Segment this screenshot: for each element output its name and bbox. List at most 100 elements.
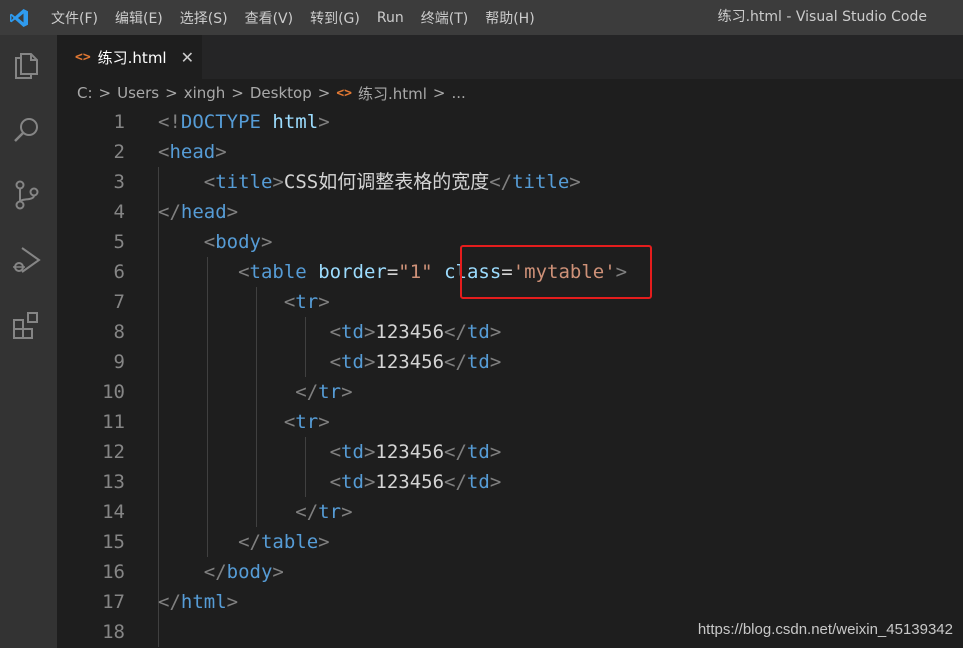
highlight-box (460, 245, 652, 299)
code-token: tr (318, 501, 342, 523)
menu-run[interactable]: Run (377, 10, 404, 26)
code-token: > (226, 201, 239, 223)
code-token: < (329, 321, 342, 343)
code-token: td (466, 351, 490, 373)
line-number: 14 (102, 501, 125, 523)
code-text: <title>CSS如何调整表格的宽度</title> (158, 167, 581, 197)
code-token: 123456 (375, 471, 445, 493)
code-token: </ (158, 591, 181, 613)
html-file-icon: <> (336, 85, 352, 101)
code-token: = (386, 261, 399, 283)
code-token: table (260, 531, 319, 553)
line-number: 3 (113, 171, 125, 193)
code-token: tr (295, 291, 319, 313)
code-token: td (341, 471, 364, 493)
breadcrumb: C: > Users > xingh > Desktop > <> 练习.htm… (57, 79, 963, 107)
code-token: td (466, 441, 490, 463)
window-title: 练习.html - Visual Studio Code (717, 9, 927, 25)
code-token: < (283, 291, 296, 313)
line-number: 10 (102, 381, 125, 403)
chevron-right-icon: > (317, 84, 331, 102)
code-text: </html> (158, 587, 238, 617)
line-number: 17 (102, 591, 125, 613)
line-number: 9 (113, 351, 125, 373)
code-token: </ (295, 501, 319, 523)
line-number: 11 (102, 411, 125, 433)
html-file-icon: <> (75, 49, 91, 65)
watermark: https://blog.csdn.net/weixin_45139342 (697, 621, 953, 638)
breadcrumb-item[interactable]: Users (117, 84, 159, 102)
code-token: td (466, 321, 490, 343)
code-token: </ (489, 171, 513, 193)
code-token: < (283, 411, 296, 433)
code-token: title (512, 171, 570, 193)
code-token: > (318, 411, 330, 433)
explorer-icon[interactable] (10, 48, 44, 82)
line-number: 4 (113, 201, 125, 223)
menu-help[interactable]: 帮助(H) (485, 8, 534, 28)
code-token: > (272, 561, 284, 583)
menu-view[interactable]: 查看(V) (245, 8, 294, 28)
code-text: <tr> (158, 287, 330, 317)
code-text: </head> (158, 197, 238, 227)
code-token: </ (444, 441, 467, 463)
tab-label: 练习.html (97, 48, 167, 67)
line-number: 12 (102, 441, 125, 463)
code-token: html (180, 591, 227, 613)
code-token: > (363, 321, 376, 343)
code-token: > (489, 351, 502, 373)
code-token: </ (444, 351, 467, 373)
code-text: <td>123456</td> (158, 467, 502, 497)
code-token: > (489, 321, 502, 343)
line-number: 16 (102, 561, 125, 583)
code-editor[interactable]: 1 <!DOCTYPE html> 2 <head> 3 <title>CSS如何调整表… (57, 107, 963, 648)
code-token: td (466, 471, 490, 493)
breadcrumb-item[interactable]: ... (452, 84, 466, 102)
code-token: table (249, 261, 307, 283)
source-control-icon[interactable] (10, 178, 44, 212)
code-token: 123456 (375, 351, 445, 373)
menu-terminal[interactable]: 终端(T) (421, 8, 468, 28)
extensions-icon[interactable] (10, 308, 44, 342)
line-number: 18 (102, 621, 125, 643)
code-token: < (329, 471, 342, 493)
menu-go[interactable]: 转到(G) (310, 8, 360, 28)
code-text: <!DOCTYPE html> (158, 107, 330, 137)
code-token: head (180, 201, 227, 223)
breadcrumb-item[interactable]: xingh (184, 84, 226, 102)
code-token: "1" (398, 261, 433, 283)
code-text: <td>123456</td> (158, 317, 502, 347)
tab-practice-html[interactable]: <> 练习.html ✕ (57, 35, 202, 79)
breadcrumb-item[interactable]: C: (77, 84, 93, 102)
menu-selection[interactable]: 选择(S) (180, 8, 228, 28)
run-debug-icon[interactable] (10, 243, 44, 277)
menu-edit[interactable]: 编辑(E) (115, 8, 163, 28)
menu-file[interactable]: 文件(F) (51, 8, 98, 28)
code-token: head (169, 141, 216, 163)
code-token: < (158, 141, 170, 163)
code-token: DOCTYPE (180, 111, 261, 133)
code-token: </ (203, 561, 227, 583)
chevron-right-icon: > (432, 84, 446, 102)
code-token: > (363, 471, 376, 493)
code-text: <td>123456</td> (158, 347, 502, 377)
breadcrumb-item[interactable]: 练习.html (358, 83, 427, 104)
tab-bar: <> 练习.html ✕ (57, 35, 963, 79)
code-token: < (238, 261, 250, 283)
code-token: td (341, 441, 364, 463)
code-text: <body> (158, 227, 273, 257)
code-token: body (226, 561, 273, 583)
breadcrumb-item[interactable]: Desktop (250, 84, 312, 102)
close-icon[interactable]: ✕ (181, 48, 194, 67)
code-text: <tr> (158, 407, 330, 437)
code-token: > (272, 171, 284, 193)
code-token: < (203, 171, 216, 193)
code-token: > (363, 441, 376, 463)
code-text: </tr> (158, 377, 352, 407)
code-token: td (341, 351, 364, 373)
chevron-right-icon: > (165, 84, 178, 102)
search-icon[interactable] (10, 113, 44, 147)
code-token: title (215, 171, 273, 193)
code-token: html (272, 111, 319, 133)
